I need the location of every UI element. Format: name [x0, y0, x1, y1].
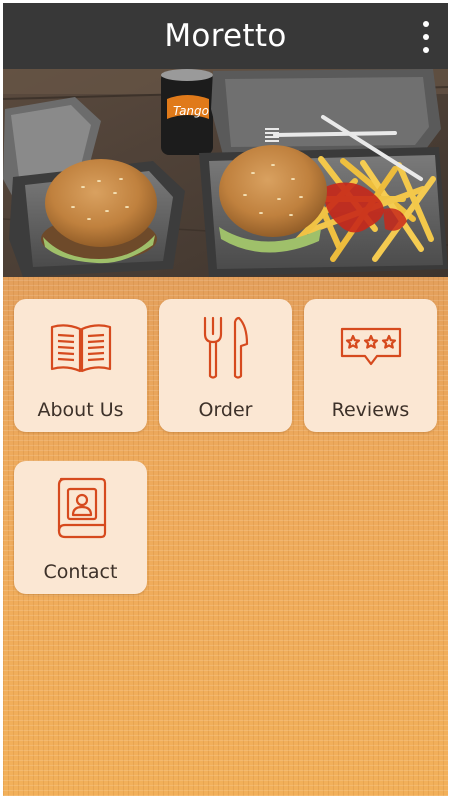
app-bar: Moretto — [3, 3, 448, 69]
order-tile[interactable]: Order — [159, 299, 292, 432]
tile-label: Order — [198, 399, 253, 421]
more-vert-icon[interactable] — [420, 21, 432, 53]
app-title: Moretto — [164, 18, 287, 54]
star-rating-icon — [304, 313, 437, 383]
about-us-tile[interactable]: About Us — [14, 299, 147, 432]
can-label: Tango — [173, 104, 209, 118]
tile-label: About Us — [37, 399, 124, 421]
fork-knife-icon — [159, 313, 292, 383]
open-book-icon — [14, 313, 147, 383]
contact-book-icon — [14, 475, 147, 545]
reviews-tile[interactable]: Reviews — [304, 299, 437, 432]
contact-tile[interactable]: Contact — [14, 461, 147, 594]
hero-image-carousel[interactable]: Tango — [3, 69, 448, 277]
app-screen: Moretto Tango About Us Order Reviews Con… — [3, 3, 448, 796]
menu-grid: About Us Order Reviews Contact — [3, 277, 448, 796]
tile-label: Contact — [43, 561, 118, 583]
burger-fries-photo: Tango — [3, 69, 448, 277]
tile-label: Reviews — [331, 399, 410, 421]
